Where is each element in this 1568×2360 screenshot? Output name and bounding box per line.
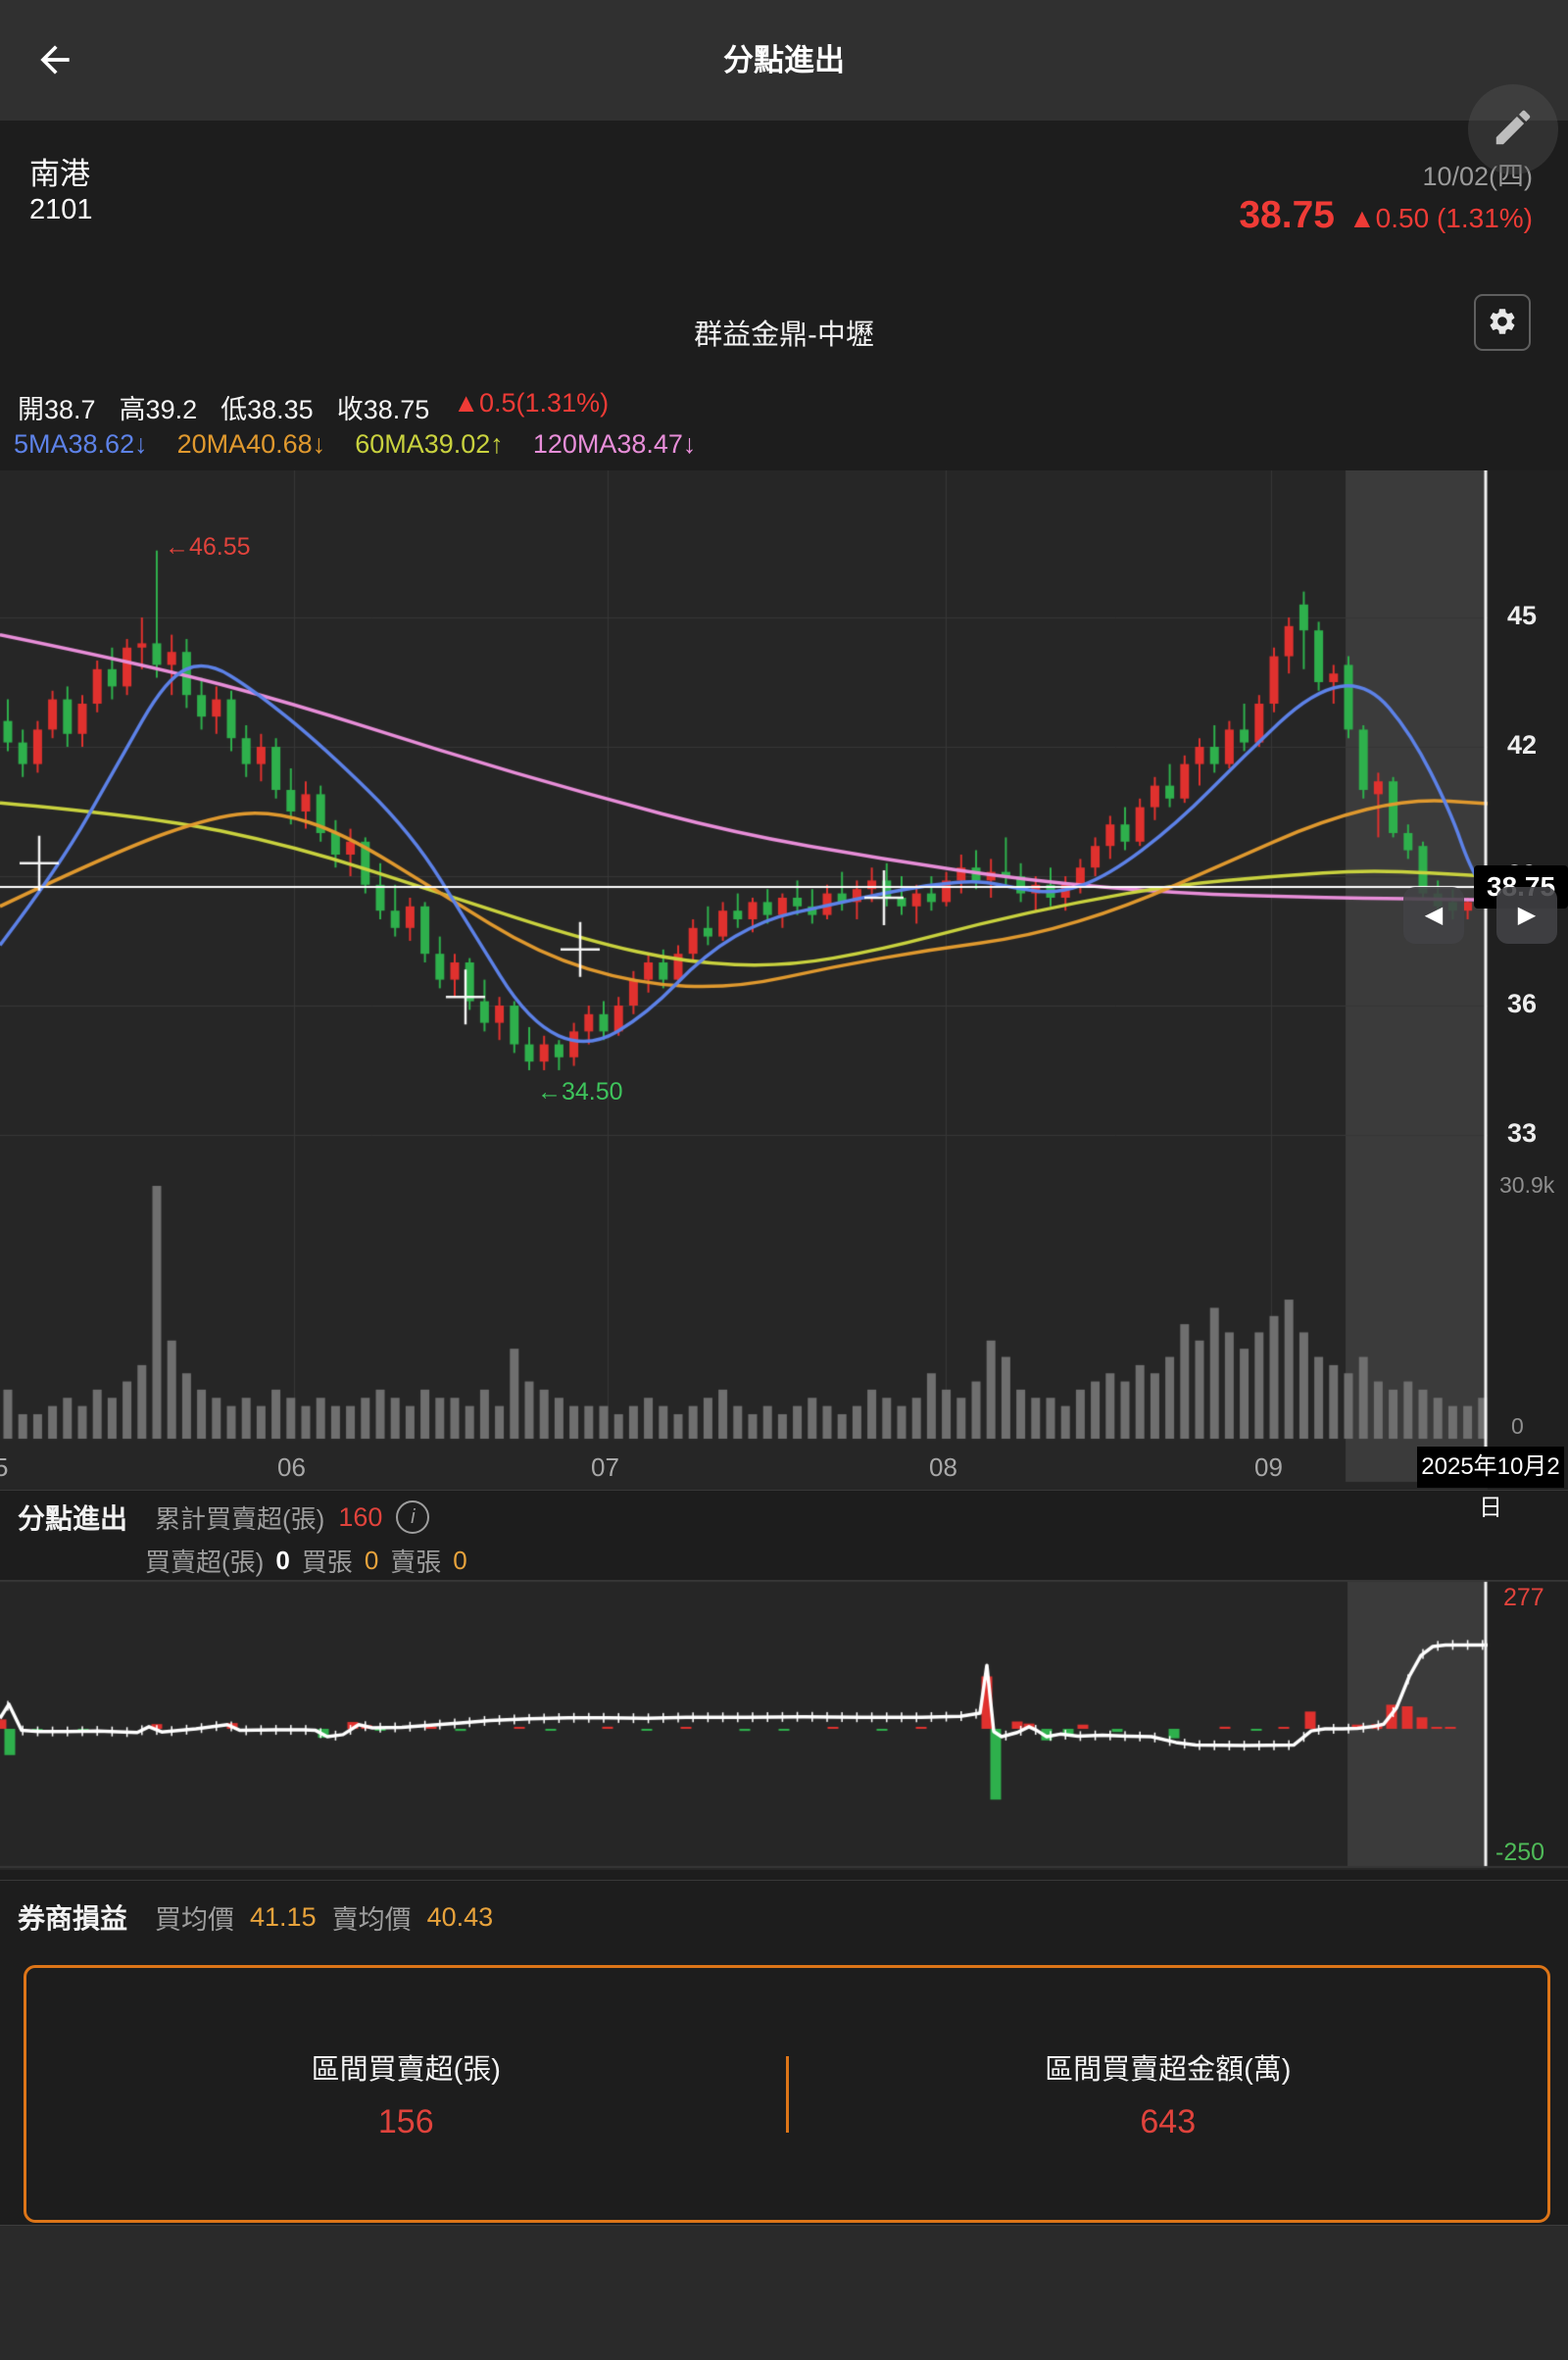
flow-section-title: 分點進出: [18, 1503, 128, 1534]
range-amount-column: 區間買賣超金額(萬) 643: [789, 2046, 1548, 2141]
range-net-label: 區間買賣超(張): [311, 2054, 501, 2086]
high-value: 高39.2: [119, 395, 198, 424]
section-divider: [0, 1880, 1568, 1881]
x-label-08: 08: [929, 1452, 957, 1482]
range-amount-label: 區間買賣超金額(萬): [1045, 2054, 1292, 2086]
page-title: 分點進出: [723, 43, 845, 77]
ma60-value: 60MA39.02↑: [355, 429, 504, 459]
y-tick-45: 45: [1507, 601, 1538, 630]
flow-y-min: -250: [1495, 1839, 1545, 1866]
low-annotation: ←34.50: [537, 1078, 623, 1106]
stock-name: 南港: [29, 157, 90, 191]
x-label-05: 5: [0, 1452, 9, 1482]
range-amount-value: 643: [1140, 2103, 1197, 2140]
y-tick-33: 33: [1507, 1118, 1538, 1148]
price-row: 38.75 ▲0.50 (1.31%): [1239, 194, 1533, 237]
y-tick-36: 36: [1507, 989, 1538, 1018]
high-annotation: ←46.55: [165, 533, 251, 561]
buy-avg-label: 買均價: [155, 1904, 235, 1935]
buy-label: 買張: [301, 1547, 353, 1577]
net-value: 0: [275, 1545, 290, 1575]
range-summary-box: 區間買賣超(張) 156 區間買賣超金額(萬) 643: [24, 1965, 1550, 2223]
scroll-left-button[interactable]: ◀: [1403, 887, 1464, 944]
open-value: 開38.7: [18, 395, 96, 424]
stock-code: 2101: [29, 194, 93, 225]
edit-button[interactable]: [1468, 84, 1558, 174]
price-volume-chart[interactable]: [0, 470, 1568, 1490]
x-label-06: 06: [277, 1452, 306, 1482]
ma-row: 5MA38.62↓ 20MA40.68↓ 60MA39.02↑ 120MA38.…: [14, 429, 696, 460]
pencil-icon: [1491, 105, 1536, 155]
flow-header-row: 分點進出 累計買賣超(張) 160 i: [18, 1498, 430, 1537]
sell-value: 0: [453, 1545, 467, 1575]
sell-label: 賣張: [390, 1547, 442, 1577]
volume-max-label: 30.9k: [1499, 1172, 1555, 1198]
price-change: ▲0.50 (1.31%): [1348, 203, 1533, 233]
low-value: 低38.35: [220, 395, 314, 424]
ma20-value: 20MA40.68↓: [176, 429, 326, 459]
info-icon[interactable]: i: [396, 1500, 430, 1534]
back-arrow-icon: [33, 44, 76, 84]
flow-y-max: 277: [1503, 1584, 1544, 1611]
x-label-09: 09: [1254, 1452, 1283, 1482]
x-label-07: 07: [591, 1452, 619, 1482]
branch-trading-page: 分點進出 南港 2101 10/02(四) 38.75 ▲0.50 (1.31%…: [0, 0, 1568, 2360]
right-triangle-icon: ▶: [1517, 902, 1537, 928]
settings-button[interactable]: [1474, 294, 1531, 351]
back-button[interactable]: [27, 33, 82, 88]
cumulative-label: 累計買賣超(張): [155, 1503, 325, 1534]
flow-daily-row: 買賣超(張) 0 買張 0 賣張 0: [145, 1543, 467, 1578]
ohlc-row: 開38.7 高39.2 低38.35 收38.75 ▲0.5(1.31%): [18, 388, 609, 426]
sell-avg-value: 40.43: [426, 1901, 494, 1932]
net-label: 買賣超(張): [145, 1547, 265, 1577]
left-triangle-icon: ◀: [1424, 902, 1444, 928]
app-header: 分點進出: [0, 0, 1568, 121]
last-price: 38.75: [1239, 194, 1335, 236]
gear-icon: [1487, 306, 1518, 340]
cursor-date-tag: 2025年10月2日: [1417, 1447, 1564, 1521]
branch-title: 群益金鼎-中壢: [694, 320, 874, 351]
volume-min-label: 0: [1511, 1413, 1524, 1439]
close-value: 收38.75: [336, 395, 430, 424]
ma5-value: 5MA38.62↓: [14, 429, 148, 459]
ma120-value: 120MA38.47↓: [532, 429, 697, 459]
buy-value: 0: [364, 1545, 379, 1575]
branch-flow-chart[interactable]: [0, 1580, 1568, 1870]
buy-avg-value: 41.15: [250, 1901, 317, 1932]
cumulative-value: 160: [338, 1501, 383, 1532]
ohlc-change: ▲0.5(1.31%): [453, 388, 610, 418]
range-net-value: 156: [377, 2103, 434, 2140]
sell-avg-label: 賣均價: [331, 1904, 412, 1935]
scroll-right-button[interactable]: ▶: [1496, 887, 1557, 944]
broker-row: 券商損益 買均價 41.15 賣均價 40.43: [18, 1897, 493, 1937]
stats-days-bar: 統計天數 自訂 ▼ 1 3 5 10 20 60 120 240: [0, 2225, 1568, 2360]
range-net-column: 區間買賣超(張) 156: [26, 2046, 786, 2141]
broker-section-title: 券商損益: [18, 1903, 128, 1934]
y-tick-42: 42: [1507, 730, 1538, 760]
section-divider: [0, 1490, 1568, 1491]
